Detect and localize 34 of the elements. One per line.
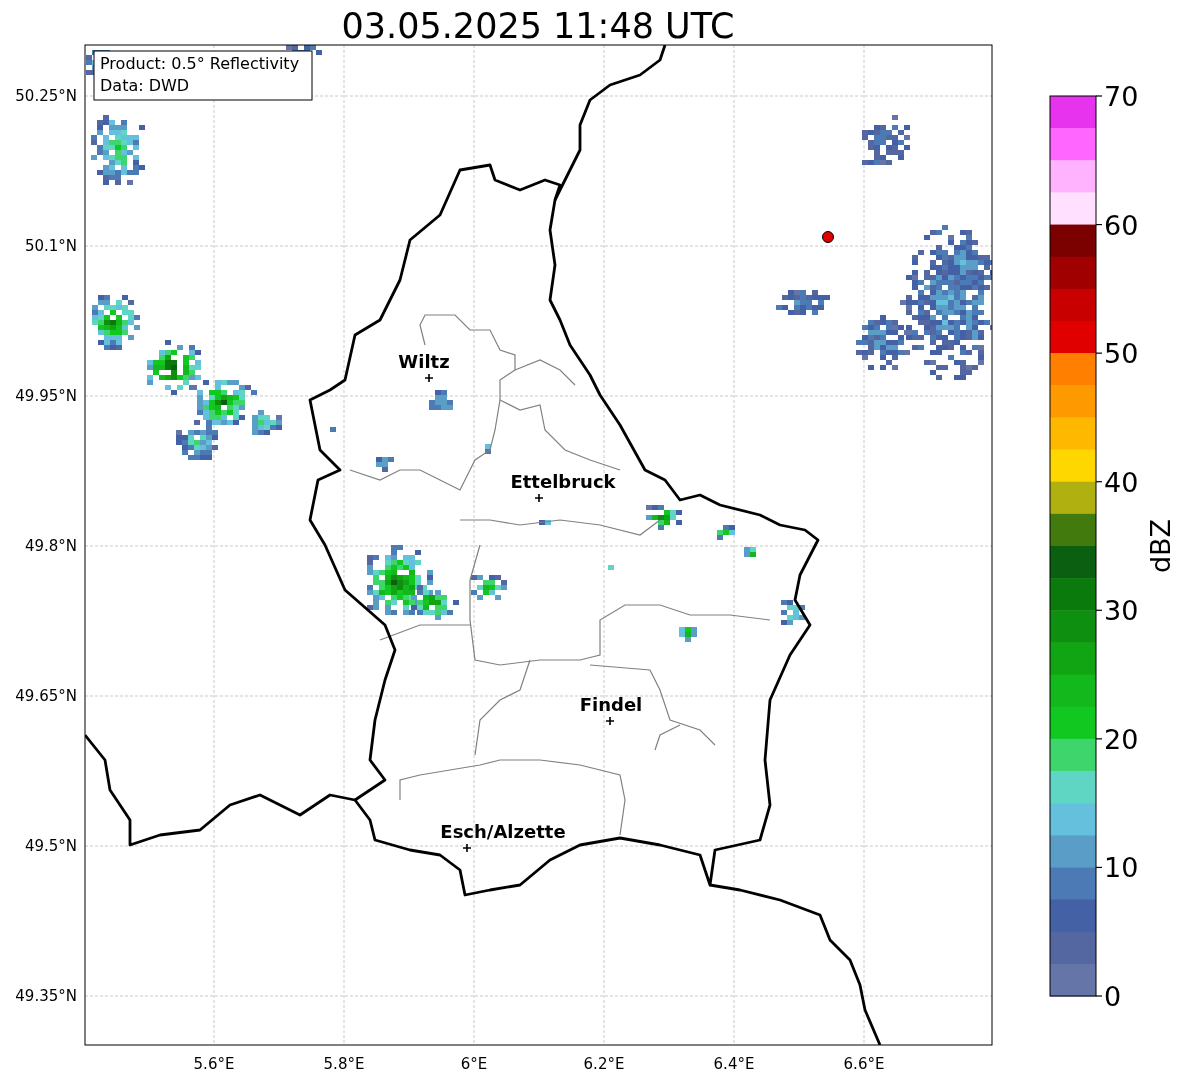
colorbar-tick-label: 70 (1104, 81, 1139, 112)
city-label: Findel (579, 694, 643, 715)
info-text: Product: 0.5° Reflectivity (100, 54, 300, 73)
info-text: Data: DWD (100, 76, 190, 95)
y-tick-label: 49.95°N (15, 387, 77, 405)
x-tick-label: 6°E (460, 1055, 488, 1073)
city-label: Wiltz (398, 351, 450, 372)
y-tick-label: 49.65°N (15, 687, 77, 705)
city-label: Ettelbruck (510, 471, 616, 492)
y-tick-label: 49.5°N (24, 837, 77, 855)
y-tick-label: 49.35°N (15, 987, 77, 1005)
x-tick-label: 6.6°E (843, 1055, 885, 1073)
chart-title: 03.05.2025 11:48 UTC (341, 6, 735, 46)
colorbar-tick-label: 30 (1104, 595, 1139, 627)
city-marker-icon (605, 716, 615, 726)
colorbar-tick-label: 0 (1104, 981, 1122, 1012)
radar-site-marker (822, 231, 834, 243)
city-marker-icon (534, 493, 544, 503)
x-tick-label: 5.8°E (323, 1055, 365, 1073)
city-label: Esch/Alzette (440, 821, 566, 842)
x-tick-label: 6.2°E (583, 1055, 625, 1073)
y-tick-label: 49.8°N (24, 537, 77, 555)
colorbar-tick-label: 10 (1104, 852, 1139, 884)
colorbar-tick-label: 60 (1104, 209, 1139, 241)
y-tick-label: 50.1°N (24, 237, 77, 255)
x-tick-label: 6.4°E (713, 1055, 755, 1073)
y-tick-label: 50.25°N (15, 87, 77, 105)
colorbar-tick-label: 40 (1104, 466, 1139, 498)
colorbar-tick-label: 50 (1104, 338, 1139, 370)
colorbar-label: dBZ (1145, 518, 1176, 574)
city-marker-icon (462, 843, 472, 853)
city-marker-icon (424, 373, 434, 383)
x-tick-label: 5.6°E (193, 1055, 235, 1073)
colorbar-tick-label: 20 (1104, 723, 1139, 755)
